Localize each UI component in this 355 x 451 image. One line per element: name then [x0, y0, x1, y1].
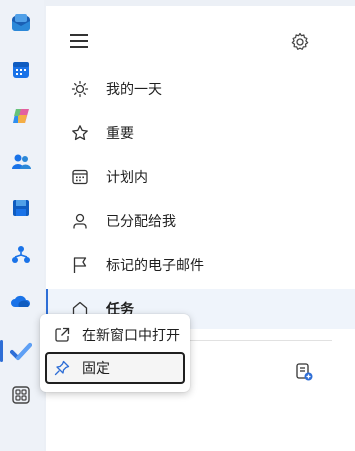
org-app-button[interactable] [6, 240, 36, 270]
new-group-icon[interactable] [294, 362, 314, 382]
sun-icon [71, 80, 89, 98]
context-menu: 在新窗口中打开 固定 [40, 314, 190, 392]
nav-label: 已分配给我 [106, 214, 176, 230]
people-app-button[interactable] [6, 147, 36, 177]
calendar-icon [13, 62, 29, 78]
onedrive-app-button[interactable] [6, 286, 36, 316]
nav-item-flagged[interactable]: 标记的电子邮件 [46, 245, 355, 285]
copilot-app-button[interactable] [6, 101, 36, 131]
org-chart-icon [12, 246, 30, 263]
menu-item-label: 固定 [82, 361, 110, 377]
pin-icon [54, 360, 70, 376]
todo-app-button[interactable] [6, 336, 36, 366]
nav-item-assigned[interactable]: 已分配给我 [46, 201, 355, 241]
active-app-indicator [0, 340, 3, 362]
nav-item-important[interactable]: 重要 [46, 113, 355, 153]
person-icon [71, 212, 89, 230]
nav-item-my-day[interactable]: 我的一天 [46, 69, 355, 109]
mail-app-button[interactable] [6, 8, 36, 38]
flag-icon [71, 256, 89, 274]
mail-icon [12, 14, 30, 31]
menu-item-label: 在新窗口中打开 [82, 328, 180, 344]
calendar-app-button[interactable] [6, 55, 36, 85]
nav-item-planned[interactable]: 计划内 [46, 157, 355, 197]
apps-grid-icon [12, 386, 30, 404]
star-icon [71, 124, 89, 142]
app-rail [0, 0, 44, 451]
save-app-button[interactable] [6, 193, 36, 223]
more-apps-button[interactable] [6, 380, 36, 410]
open-in-new-window-menu-item[interactable]: 在新窗口中打开 [45, 319, 185, 351]
open-external-icon [55, 327, 70, 342]
hamburger-menu-button[interactable] [70, 34, 88, 48]
checkmark-icon [10, 343, 32, 360]
nav-label: 我的一天 [106, 82, 162, 98]
copilot-icon [13, 109, 29, 123]
cloud-icon [11, 295, 31, 307]
nav-label: 标记的电子邮件 [106, 258, 204, 274]
calendar-grid-icon [71, 168, 89, 186]
people-icon [12, 154, 31, 169]
pin-menu-item[interactable]: 固定 [45, 352, 185, 384]
settings-gear-icon[interactable] [290, 32, 310, 52]
nav-label: 计划内 [106, 170, 148, 186]
floppy-icon [13, 200, 29, 216]
nav-label: 重要 [106, 126, 134, 142]
